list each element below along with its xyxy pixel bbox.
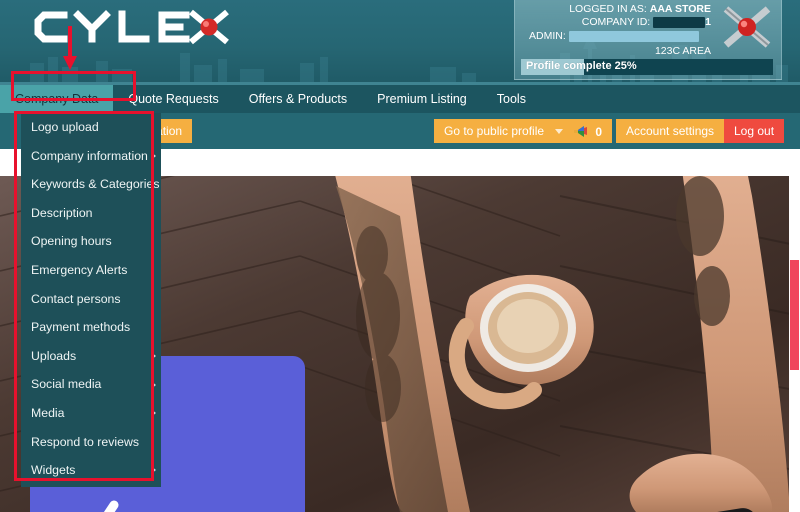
menu-item-label: Respond to reviews bbox=[31, 434, 139, 449]
profile-progress-bar: Profile complete 25% bbox=[521, 59, 773, 75]
nav-tab-offers-products[interactable]: Offers & Products bbox=[234, 85, 362, 113]
menu-item-label: Contact persons bbox=[31, 291, 121, 306]
menu-item-opening-hours[interactable]: Opening hours bbox=[21, 227, 161, 256]
menu-item-keywords-categories[interactable]: Keywords & Categories bbox=[21, 170, 161, 199]
nav-tab-tools[interactable]: Tools bbox=[482, 85, 541, 113]
menu-item-label: Company information bbox=[31, 148, 148, 163]
logout-button[interactable]: Log out bbox=[724, 119, 785, 143]
company-data-dropdown-menu: Logo upload Company information Keywords… bbox=[21, 113, 161, 487]
menu-item-company-information[interactable]: Company information bbox=[21, 142, 161, 171]
cylex-logo[interactable] bbox=[28, 5, 233, 49]
chevron-right-icon bbox=[151, 466, 156, 475]
menu-item-uploads[interactable]: Uploads bbox=[21, 342, 161, 371]
chevron-right-icon bbox=[151, 151, 156, 160]
menu-item-emergency-alerts[interactable]: Emergency Alerts bbox=[21, 256, 161, 285]
menu-item-respond-to-reviews[interactable]: Respond to reviews bbox=[21, 428, 161, 457]
menu-item-label: Description bbox=[31, 205, 93, 220]
account-info-panel: LOGGED IN AS: AAA STORE COMPANY ID: 1 AD… bbox=[514, 0, 782, 80]
menu-item-media[interactable]: Media bbox=[21, 399, 161, 428]
menu-item-label: Payment methods bbox=[31, 320, 131, 335]
public-profile-label: Go to public profile bbox=[444, 124, 545, 138]
go-to-public-profile-button[interactable]: Go to public profile bbox=[434, 119, 574, 143]
cylex-x-badge-icon bbox=[723, 6, 771, 48]
menu-item-description[interactable]: Description bbox=[21, 199, 161, 228]
menu-item-payment-methods[interactable]: Payment methods bbox=[21, 313, 161, 342]
menu-item-label: Widgets bbox=[31, 463, 76, 478]
site-header: LOGGED IN AS: AAA STORE COMPANY ID: 1 AD… bbox=[0, 0, 800, 85]
chevron-right-icon bbox=[151, 380, 156, 389]
menu-item-label: Logo upload bbox=[31, 120, 99, 134]
menu-item-logo-upload[interactable]: Logo upload bbox=[21, 113, 161, 142]
notifications-button[interactable]: 0 bbox=[567, 119, 612, 143]
megaphone-icon bbox=[574, 126, 587, 138]
company-id-redacted bbox=[653, 16, 706, 28]
notification-count: 0 bbox=[595, 124, 603, 139]
checkmark-icon bbox=[103, 500, 119, 512]
logged-in-label: LOGGED IN AS: bbox=[569, 3, 647, 15]
nav-tab-quote-requests[interactable]: Quote Requests bbox=[113, 85, 233, 113]
menu-item-widgets[interactable]: Widgets bbox=[21, 456, 161, 485]
company-id-suffix: 1 bbox=[705, 16, 711, 28]
nav-tab-premium-listing[interactable]: Premium Listing bbox=[362, 85, 482, 113]
menu-item-label: Emergency Alerts bbox=[31, 262, 128, 277]
vertical-scrollbar-thumb[interactable] bbox=[790, 260, 799, 370]
chevron-right-icon bbox=[151, 409, 156, 418]
chevron-down-icon bbox=[555, 129, 564, 135]
menu-item-label: Keywords & Categories bbox=[31, 177, 160, 192]
logged-in-value: AAA STORE bbox=[649, 3, 711, 15]
menu-item-contact-persons[interactable]: Contact persons bbox=[21, 285, 161, 314]
menu-item-label: Media bbox=[31, 405, 65, 420]
profile-progress-label: Profile complete 25% bbox=[526, 60, 637, 72]
menu-item-label: Social media bbox=[31, 377, 102, 392]
company-id-label: COMPANY ID: bbox=[581, 16, 651, 28]
menu-item-label: Opening hours bbox=[31, 234, 112, 249]
admin-label: ADMIN: bbox=[529, 30, 566, 42]
account-settings-label: Account settings bbox=[626, 124, 715, 138]
app-root: LOGGED IN AS: AAA STORE COMPANY ID: 1 AD… bbox=[0, 0, 800, 512]
menu-item-label: Uploads bbox=[31, 348, 77, 363]
chevron-right-icon bbox=[151, 352, 156, 361]
nav-tab-company-data[interactable]: Company Data bbox=[0, 85, 114, 113]
admin-redacted bbox=[568, 30, 699, 42]
main-navigation: Company Data Quote Requests Offers & Pro… bbox=[0, 85, 800, 113]
menu-item-social-media[interactable]: Social media bbox=[21, 370, 161, 399]
